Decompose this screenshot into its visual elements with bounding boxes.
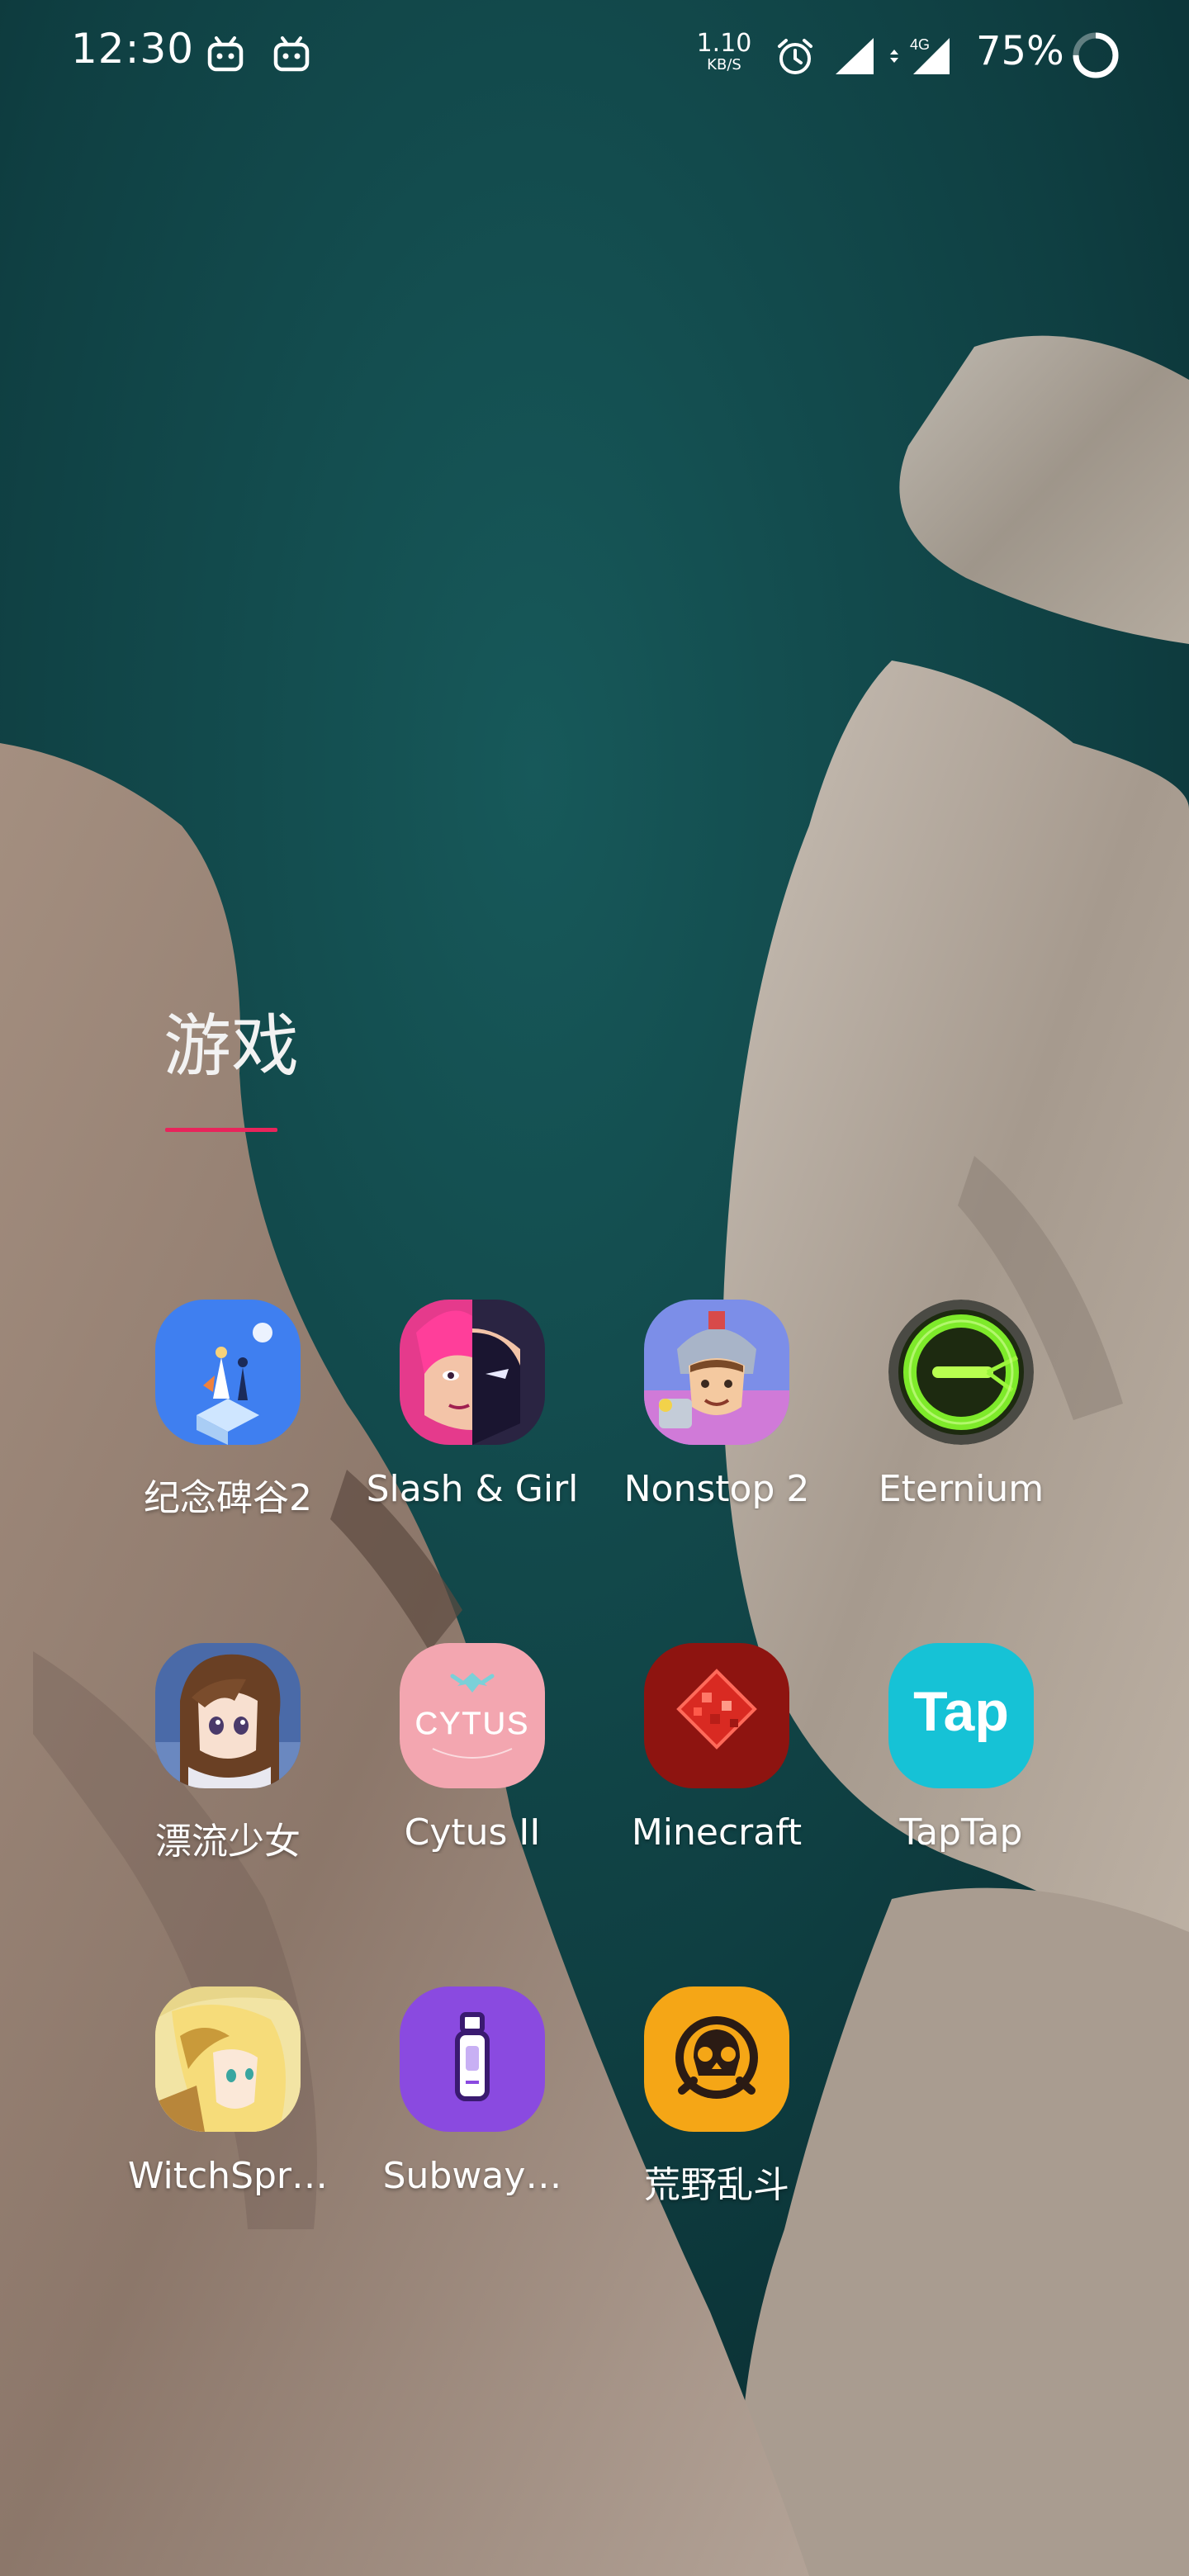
app-slash-and-girl[interactable]: Slash & Girl xyxy=(350,1300,594,1547)
app-brawl-stars[interactable]: 荒野乱斗 xyxy=(594,1986,839,2234)
folder-title-underline xyxy=(165,1128,277,1132)
app-subway-surfers[interactable]: Subway… xyxy=(350,1986,594,2234)
signal-icon xyxy=(836,38,874,74)
network-speed: 1.10 KB/S xyxy=(695,31,753,73)
taptap-icon[interactable]: Tap xyxy=(888,1643,1034,1788)
app-label: Nonstop 2 xyxy=(623,1468,810,1510)
brawl-stars-icon[interactable] xyxy=(644,1986,789,2132)
app-label: Subway… xyxy=(382,2155,562,2197)
network-type-label: 4G xyxy=(910,36,930,53)
battery-ring-icon xyxy=(1073,32,1119,78)
network-speed-value: 1.10 xyxy=(696,29,752,58)
app-piaoliu-shaonv[interactable]: 漂流少女 xyxy=(106,1643,350,1891)
app-label: 荒野乱斗 xyxy=(644,2164,789,2206)
app-label: Cytus II xyxy=(404,1811,541,1854)
app-cytus-2[interactable]: CYTUS Cytus II xyxy=(350,1643,594,1891)
status-time: 12:30 xyxy=(71,25,195,73)
app-taptap[interactable]: Tap TapTap xyxy=(839,1643,1083,1891)
cytus-2-icon[interactable]: CYTUS xyxy=(400,1643,545,1788)
app-label: WitchSpr… xyxy=(127,2155,329,2197)
signal-4g-icon: 4G xyxy=(890,36,950,74)
witchspring-icon[interactable] xyxy=(155,1986,301,2132)
piaoliu-shaonv-icon[interactable] xyxy=(155,1643,301,1788)
app-monument-valley-2[interactable]: 纪念碑谷2 xyxy=(106,1300,350,1547)
slash-and-girl-icon[interactable] xyxy=(400,1300,545,1445)
app-label: TapTap xyxy=(899,1811,1023,1854)
folder-title[interactable]: 游戏 xyxy=(163,991,299,1089)
alarm-icon xyxy=(778,39,812,74)
app-label: Eternium xyxy=(878,1468,1045,1510)
monument-valley-2-icon[interactable] xyxy=(155,1300,301,1445)
cytus-2-icon-text: CYTUS xyxy=(415,1707,530,1741)
battery-percentage: 75% xyxy=(976,28,1064,74)
taptap-icon-text: Tap xyxy=(913,1680,1009,1743)
app-witchspring[interactable]: WitchSpr… xyxy=(106,1986,350,2234)
app-label: 漂流少女 xyxy=(155,1821,301,1863)
status-bar: 12:30 1.10 KB/S 4G 75% xyxy=(0,0,1189,112)
app-minecraft[interactable]: Minecraft xyxy=(594,1643,839,1891)
network-speed-unit: KB/S xyxy=(707,56,741,73)
bilibili-icon xyxy=(273,36,310,72)
eternium-icon[interactable] xyxy=(888,1300,1034,1445)
app-eternium[interactable]: Eternium xyxy=(839,1300,1083,1547)
bilibili-icon xyxy=(207,36,244,72)
minecraft-icon[interactable] xyxy=(644,1643,789,1788)
subway-surfers-icon[interactable] xyxy=(400,1986,545,2132)
app-label: 纪念碑谷2 xyxy=(144,1477,312,1519)
app-label: Minecraft xyxy=(631,1811,803,1854)
app-label: Slash & Girl xyxy=(366,1468,579,1510)
nonstop-2-icon[interactable] xyxy=(644,1300,789,1445)
app-nonstop-2[interactable]: Nonstop 2 xyxy=(594,1300,839,1547)
